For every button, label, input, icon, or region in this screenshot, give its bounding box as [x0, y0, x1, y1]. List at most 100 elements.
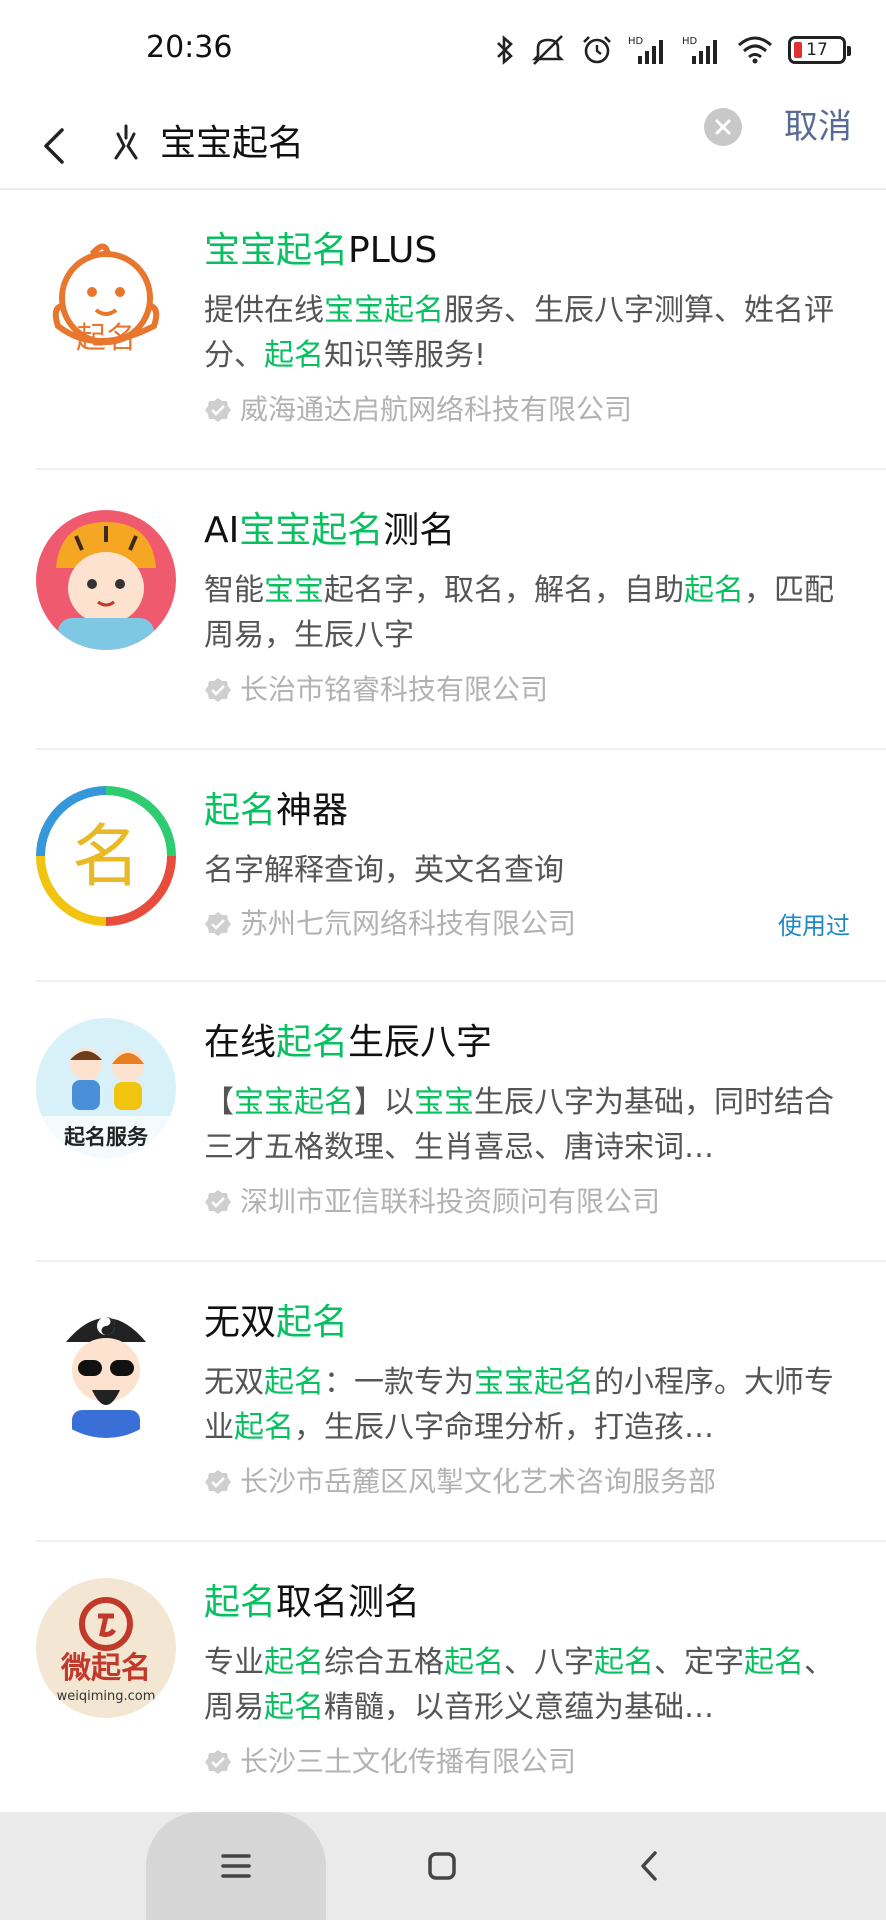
- svg-text:起名: 起名: [76, 321, 136, 356]
- item-description: 无双起名：一款专为宝宝起名的小程序。大师专业起名，生辰八字命理分析，打造孩…: [204, 1360, 844, 1450]
- item-title: 在线起名生辰八字: [204, 1020, 492, 1066]
- battery-level: 17: [806, 40, 828, 60]
- mini-program-icon: [104, 122, 148, 166]
- keyword-highlight: 宝宝起名: [474, 1365, 594, 1400]
- company-name: 苏州七氘网络科技有限公司: [204, 906, 576, 942]
- avatar-tiger-baby-icon: [36, 510, 176, 650]
- svg-text:HD: HD: [682, 36, 698, 47]
- list-item[interactable]: 名 起名神器 名字解释查询，英文名查询 苏州七氘网络科技有限公司 使用过: [0, 750, 886, 982]
- item-title: 起名取名测名: [204, 1580, 420, 1626]
- cancel-button[interactable]: 取消: [784, 105, 852, 149]
- svg-text:weiqiming.com: weiqiming.com: [57, 1689, 156, 1704]
- avatar-baby-icon: 起名: [36, 230, 176, 370]
- item-description: 专业起名综合五格起名、八字起名、定字起名、周易起名精髓，以音形义意蕴为基础…: [204, 1640, 844, 1730]
- menu-icon: [221, 1854, 251, 1878]
- verified-icon: [205, 678, 231, 702]
- keyword-highlight: 起名: [264, 1690, 324, 1725]
- menu-button[interactable]: [146, 1812, 326, 1920]
- company-name: 长沙市岳麓区风掣文化艺术咨询服务部: [204, 1464, 716, 1500]
- list-item[interactable]: 微起名 weiqiming.com 起名取名测名 专业起名综合五格起名、八字起名…: [0, 1542, 886, 1822]
- list-item[interactable]: 起名服务 在线起名生辰八字 【宝宝起名】以宝宝生辰八字为基础，同时结合三才五格数…: [0, 982, 886, 1262]
- status-icons: HD HD 17: [494, 28, 851, 72]
- item-description: 名字解释查询，英文名查询: [204, 848, 844, 893]
- keyword-highlight: 起名: [264, 1365, 324, 1400]
- status-time: 20:36: [146, 30, 233, 65]
- avatar-ming-logo-icon: 名: [36, 786, 176, 926]
- text-segment: 取名测名: [276, 1582, 421, 1623]
- back-button[interactable]: [26, 118, 82, 174]
- company-name: 威海通达启航网络科技有限公司: [204, 392, 632, 428]
- square-home-icon: [428, 1852, 456, 1880]
- text-segment: 测名: [383, 510, 456, 551]
- keyword-highlight: 起名: [444, 1645, 504, 1680]
- text-segment: 智能: [204, 573, 264, 608]
- text-segment: 无双: [204, 1302, 277, 1343]
- text-segment: 精髓，以音形义意蕴为基础…: [324, 1690, 714, 1725]
- verified-icon: [205, 1190, 231, 1214]
- list-item[interactable]: AI宝宝起名测名 智能宝宝起名字，取名，解名，自助起名，匹配周易，生辰八字 长治…: [0, 470, 886, 750]
- keyword-highlight: 起名: [744, 1645, 804, 1680]
- item-title: 无双起名: [204, 1300, 348, 1346]
- item-title: 起名神器: [204, 788, 348, 834]
- text-segment: AI: [204, 510, 240, 551]
- close-icon: [715, 119, 731, 135]
- battery-icon: 17: [788, 36, 851, 64]
- avatar-taoist-master-icon: [36, 1298, 176, 1438]
- text-segment: 名字解释查询，英文名查询: [204, 853, 564, 888]
- item-description: 智能宝宝起名字，取名，解名，自助起名，匹配周易，生辰八字: [204, 568, 844, 658]
- text-segment: 、定字: [654, 1645, 744, 1680]
- company-label: 长沙市岳麓区风掣文化艺术咨询服务部: [240, 1465, 717, 1498]
- svg-text:微起名: 微起名: [60, 1651, 151, 1686]
- item-title: 宝宝起名PLUS: [204, 228, 437, 274]
- text-segment: 神器: [276, 790, 349, 831]
- item-description: 【宝宝起名】以宝宝生辰八字为基础，同时结合三才五格数理、生肖喜忌、唐诗宋词…: [204, 1080, 844, 1170]
- company-name: 长治市铭睿科技有限公司: [204, 672, 548, 708]
- keyword-highlight: 起名: [684, 573, 744, 608]
- avatar-kids-icon: 起名服务: [36, 1018, 176, 1158]
- verified-icon: [205, 398, 231, 422]
- search-header: 宝宝起名: [0, 100, 886, 190]
- text-segment: 专业: [204, 1645, 264, 1680]
- back-icon: [641, 1851, 657, 1881]
- item-description: 提供在线宝宝起名服务、生辰八字测算、姓名评分、起名知识等服务!: [204, 288, 844, 378]
- text-segment: 起名字，取名，解名，自助: [324, 573, 684, 608]
- list-item[interactable]: 起名 宝宝起名PLUS 提供在线宝宝起名服务、生辰八字测算、姓名评分、起名知识等…: [0, 190, 886, 470]
- text-segment: PLUS: [348, 230, 438, 271]
- used-badge: 使用过: [778, 912, 850, 940]
- verified-icon: [205, 912, 231, 936]
- keyword-highlight: 起名: [264, 338, 324, 373]
- text-segment: 】以: [354, 1085, 414, 1120]
- text-segment: 生辰八字: [348, 1022, 493, 1063]
- text-segment: 、八字: [504, 1645, 594, 1680]
- company-name: 长沙三土文化传播有限公司: [204, 1744, 576, 1780]
- company-name: 深圳市亚信联科投资顾问有限公司: [204, 1184, 660, 1220]
- text-segment: 在线: [204, 1022, 277, 1063]
- company-label: 苏州七氘网络科技有限公司: [240, 907, 577, 940]
- system-nav-bar: [0, 1812, 886, 1920]
- text-segment: 综合五格: [324, 1645, 444, 1680]
- nav-back-button[interactable]: [600, 1812, 700, 1920]
- wifi-icon: [736, 35, 774, 65]
- text-segment: 【: [204, 1085, 234, 1120]
- clear-search-button[interactable]: [704, 108, 742, 146]
- text-segment: 提供在线: [204, 293, 324, 328]
- company-label: 长治市铭睿科技有限公司: [240, 673, 549, 706]
- back-arrow-icon: [44, 128, 64, 164]
- svg-text:起名服务: 起名服务: [63, 1125, 149, 1149]
- text-segment: 知识等服务!: [324, 338, 487, 373]
- keyword-highlight: 起名: [276, 1302, 349, 1343]
- svg-text:名: 名: [72, 818, 140, 897]
- search-input[interactable]: 宝宝起名: [160, 122, 304, 166]
- avatar-weiqiming-logo-icon: 微起名 weiqiming.com: [36, 1578, 176, 1718]
- keyword-highlight: 起名: [276, 1022, 349, 1063]
- verified-icon: [205, 1750, 231, 1774]
- list-item[interactable]: 无双起名 无双起名：一款专为宝宝起名的小程序。大师专业起名，生辰八字命理分析，打…: [0, 1262, 886, 1542]
- home-button[interactable]: [392, 1812, 492, 1920]
- keyword-highlight: 起名: [234, 1410, 294, 1445]
- keyword-highlight: 起名: [204, 1582, 277, 1623]
- keyword-highlight: 起名: [264, 1645, 324, 1680]
- mute-icon: [530, 34, 566, 66]
- text-segment: ：一款专为: [324, 1365, 474, 1400]
- company-label: 深圳市亚信联科投资顾问有限公司: [240, 1185, 661, 1218]
- keyword-highlight: 宝宝起名: [239, 510, 384, 551]
